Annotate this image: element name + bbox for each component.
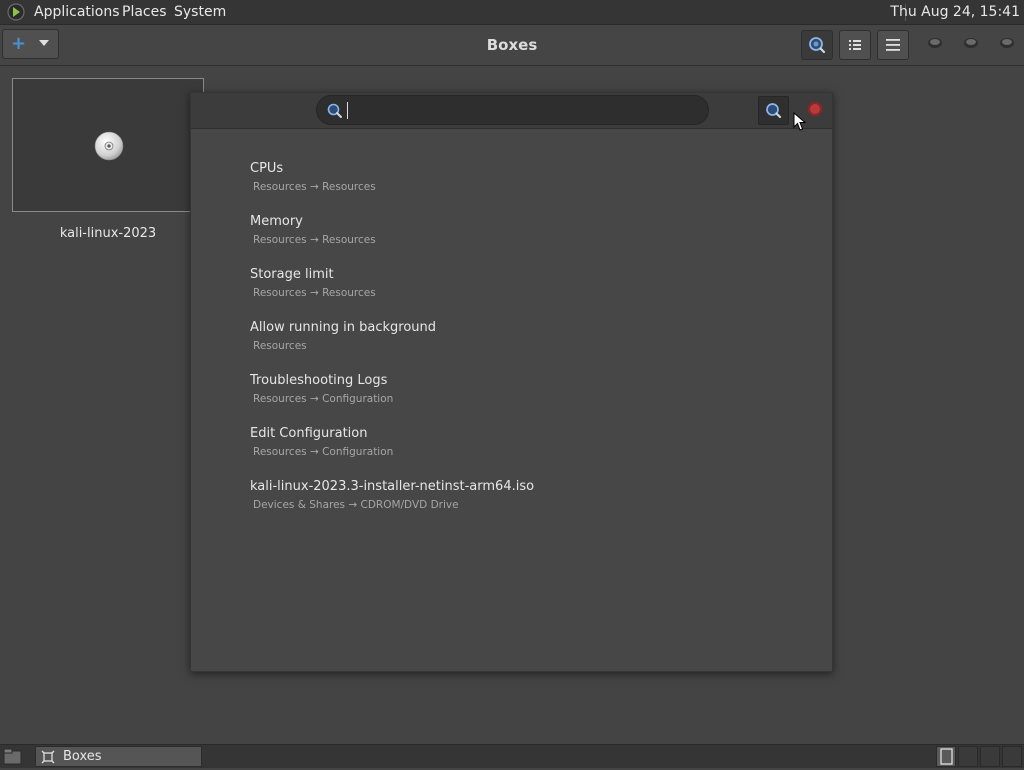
- taskbar-item-label: Boxes: [63, 749, 102, 764]
- taskbar-item-boxes[interactable]: Boxes: [35, 746, 202, 767]
- search-result-item[interactable]: CPUs Resources → Resources: [250, 161, 376, 194]
- search-result-item[interactable]: Edit Configuration Resources → Configura…: [250, 426, 393, 459]
- result-path: Resources → Resources: [253, 234, 376, 246]
- search-result-item[interactable]: Allow running in background Resources: [250, 320, 436, 353]
- kali-logo-icon[interactable]: [6, 3, 26, 21]
- hamburger-menu-icon: [886, 39, 900, 51]
- result-path: Resources: [253, 340, 307, 352]
- menu-applications[interactable]: Applications: [34, 4, 120, 20]
- result-path: Resources → Configuration: [253, 446, 394, 458]
- result-path: Devices & Shares → CDROM/DVD Drive: [253, 499, 459, 511]
- minimize-window-icon[interactable]: [927, 37, 943, 49]
- search-result-item[interactable]: kali-linux-2023.3-installer-netinst-arm6…: [250, 479, 534, 512]
- result-title: Edit Configuration: [250, 426, 368, 441]
- search-dialog-header: [191, 93, 832, 129]
- result-title: Allow running in background: [250, 320, 437, 335]
- result-title: Memory: [250, 214, 303, 229]
- dialog-close-button[interactable]: [808, 102, 822, 116]
- search-toggle-button[interactable]: [801, 30, 833, 60]
- dialog-search-button[interactable]: [758, 96, 789, 125]
- search-entry[interactable]: [316, 95, 709, 125]
- search-input[interactable]: [345, 100, 704, 122]
- cdrom-disc-icon: [94, 131, 124, 161]
- workspace-3[interactable]: [980, 746, 1000, 767]
- result-path: Resources → Configuration: [253, 393, 394, 405]
- list-view-icon: [849, 40, 861, 50]
- workspace-4[interactable]: [1002, 746, 1022, 767]
- result-title: CPUs: [250, 161, 284, 176]
- result-path: Resources → Resources: [253, 287, 376, 299]
- box-thumbnail[interactable]: [12, 78, 204, 212]
- list-view-button[interactable]: [839, 30, 871, 60]
- main-menu-button[interactable]: [877, 30, 909, 60]
- box-name-label[interactable]: kali-linux-2023: [12, 226, 204, 241]
- boxes-app-icon: [41, 750, 55, 764]
- result-title: Storage limit: [250, 267, 334, 282]
- search-result-item[interactable]: Storage limit Resources → Resources: [250, 267, 376, 300]
- search-dialog: CPUs Resources → Resources Memory Resour…: [190, 92, 833, 672]
- top-panel: Applications Places System Thu Aug 24, 1…: [0, 0, 1024, 25]
- close-window-icon[interactable]: [999, 37, 1015, 49]
- bottom-panel: Boxes: [0, 744, 1024, 768]
- text-caret: [347, 102, 348, 119]
- search-result-item[interactable]: Memory Resources → Resources: [250, 214, 376, 247]
- result-path: Resources → Resources: [253, 181, 376, 193]
- search-icon: [327, 103, 342, 118]
- search-icon: [766, 103, 782, 119]
- search-result-item[interactable]: Troubleshooting Logs Resources → Configu…: [250, 373, 393, 406]
- headerbar: + Boxes: [0, 25, 1024, 66]
- menu-places[interactable]: Places: [122, 4, 167, 20]
- menu-system[interactable]: System: [174, 4, 226, 20]
- search-icon: [809, 37, 826, 54]
- result-title: kali-linux-2023.3-installer-netinst-arm6…: [250, 479, 535, 494]
- workspace-window-icon: [940, 748, 953, 765]
- panel-clock[interactable]: Thu Aug 24, 15:41: [890, 4, 1020, 20]
- mouse-cursor-icon: [793, 112, 807, 131]
- show-desktop-icon[interactable]: [3, 748, 23, 766]
- workspace-1[interactable]: [936, 746, 956, 767]
- workspace-2[interactable]: [958, 746, 978, 767]
- maximize-window-icon[interactable]: [963, 37, 979, 49]
- result-title: Troubleshooting Logs: [250, 373, 388, 388]
